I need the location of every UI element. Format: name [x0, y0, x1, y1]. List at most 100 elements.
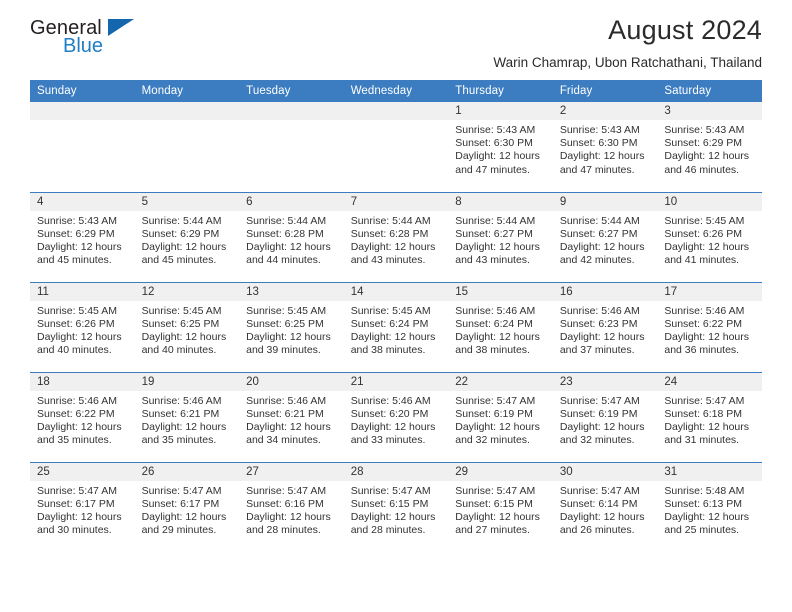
general-blue-logo[interactable]: General Blue — [30, 12, 150, 56]
daylight-text-line2: and 31 minutes. — [664, 434, 740, 447]
daylight-text-line2: and 35 minutes. — [37, 434, 112, 447]
calendar-day-cell[interactable]: 31 Sunrise: 5:48 AM Sunset: 6:13 PM Dayligh… — [657, 461, 762, 552]
sunset-text: Sunset: 6:17 PM — [37, 497, 115, 510]
day-details: Sunrise: 5:45 AM Sunset: 6:25 PM Daylight:… — [135, 301, 240, 358]
sunrise-text: Sunrise: 5:47 AM — [455, 394, 536, 407]
day-number — [30, 102, 135, 120]
calendar-cell-empty — [343, 102, 449, 192]
daylight-text-line1: Daylight: 12 hours — [37, 510, 122, 523]
day-details: Sunrise: 5:44 AM Sunset: 6:28 PM Daylight:… — [239, 211, 344, 268]
calendar-day-cell[interactable]: 26 Sunrise: 5:47 AM Sunset: 6:17 PM Dayligh… — [134, 461, 240, 552]
day-details: Sunrise: 5:43 AM Sunset: 6:30 PM Daylight:… — [553, 120, 658, 177]
calendar-day-cell[interactable]: 14 Sunrise: 5:45 AM Sunset: 6:24 PM Dayligh… — [343, 281, 449, 372]
calendar-day-cell[interactable]: 5 Sunrise: 5:44 AM Sunset: 6:29 PM Daylight… — [134, 191, 240, 282]
sunrise-text: Sunrise: 5:46 AM — [350, 394, 431, 407]
calendar-day-cell[interactable]: 13 Sunrise: 5:45 AM Sunset: 6:25 PM Dayligh… — [239, 281, 344, 372]
day-details: Sunrise: 5:47 AM Sunset: 6:15 PM Daylight:… — [448, 481, 553, 538]
day-details: Sunrise: 5:44 AM Sunset: 6:27 PM Daylight:… — [448, 211, 553, 268]
day-details: Sunrise: 5:44 AM Sunset: 6:29 PM Daylight:… — [135, 211, 240, 268]
daylight-text-line1: Daylight: 12 hours — [246, 420, 331, 433]
calendar-day-cell[interactable]: 23 Sunrise: 5:47 AM Sunset: 6:19 PM Dayligh… — [552, 371, 658, 462]
daylight-text-line1: Daylight: 12 hours — [664, 150, 750, 163]
day-number — [343, 102, 449, 120]
weekday-header-sunday: Sunday — [30, 80, 135, 102]
calendar-day-cell[interactable]: 21 Sunrise: 5:46 AM Sunset: 6:20 PM Dayligh… — [343, 371, 449, 462]
calendar-day-cell[interactable]: 4 Sunrise: 5:43 AM Sunset: 6:29 PM Daylight… — [30, 191, 135, 282]
day-details: Sunrise: 5:46 AM Sunset: 6:20 PM Daylight:… — [344, 391, 449, 448]
sunset-text: Sunset: 6:20 PM — [350, 407, 429, 420]
calendar-day-cell[interactable]: 1 Sunrise: 5:43 AM Sunset: 6:30 PM Daylight… — [448, 102, 553, 192]
sunset-text: Sunset: 6:26 PM — [37, 317, 115, 330]
sunset-text: Sunset: 6:28 PM — [246, 227, 324, 240]
calendar-day-cell[interactable]: 16 Sunrise: 5:46 AM Sunset: 6:23 PM Dayligh… — [552, 281, 658, 372]
calendar-day-cell[interactable]: 25 Sunrise: 5:47 AM Sunset: 6:17 PM Dayligh… — [30, 461, 135, 552]
daylight-text-line2: and 43 minutes. — [455, 254, 530, 267]
calendar-day-cell[interactable]: 28 Sunrise: 5:47 AM Sunset: 6:15 PM Dayligh… — [343, 461, 449, 552]
day-number: 2 — [552, 102, 658, 120]
daylight-text-line1: Daylight: 12 hours — [559, 150, 645, 163]
calendar-day-cell[interactable]: 22 Sunrise: 5:47 AM Sunset: 6:19 PM Dayligh… — [448, 371, 553, 462]
calendar-day-cell[interactable]: 9 Sunrise: 5:44 AM Sunset: 6:27 PM Daylight… — [552, 191, 658, 282]
day-number: 27 — [239, 462, 344, 481]
daylight-text-line2: and 39 minutes. — [246, 344, 321, 357]
day-number: 19 — [134, 372, 240, 391]
day-details: Sunrise: 5:46 AM Sunset: 6:24 PM Daylight:… — [448, 301, 553, 358]
day-details: Sunrise: 5:47 AM Sunset: 6:16 PM Daylight:… — [239, 481, 344, 538]
daylight-text-line2: and 27 minutes. — [455, 524, 530, 537]
day-number: 26 — [134, 462, 240, 481]
calendar-day-cell[interactable]: 29 Sunrise: 5:47 AM Sunset: 6:15 PM Dayligh… — [448, 461, 553, 552]
day-details: Sunrise: 5:47 AM Sunset: 6:19 PM Daylight:… — [448, 391, 553, 448]
day-details: Sunrise: 5:45 AM Sunset: 6:26 PM Daylight:… — [30, 301, 135, 358]
calendar-day-cell[interactable]: 24 Sunrise: 5:47 AM Sunset: 6:18 PM Dayligh… — [657, 371, 762, 462]
daylight-text-line1: Daylight: 12 hours — [246, 330, 331, 343]
calendar-day-cell[interactable]: 27 Sunrise: 5:47 AM Sunset: 6:16 PM Dayligh… — [239, 461, 344, 552]
daylight-text-line1: Daylight: 12 hours — [455, 240, 540, 253]
day-number: 13 — [239, 282, 344, 301]
daylight-text-line1: Daylight: 12 hours — [559, 420, 645, 433]
sunset-text: Sunset: 6:24 PM — [350, 317, 429, 330]
sunset-text: Sunset: 6:25 PM — [246, 317, 324, 330]
daylight-text-line1: Daylight: 12 hours — [37, 420, 122, 433]
calendar-day-cell[interactable]: 18 Sunrise: 5:46 AM Sunset: 6:22 PM Dayligh… — [30, 371, 135, 462]
daylight-text-line2: and 28 minutes. — [246, 524, 321, 537]
daylight-text-line1: Daylight: 12 hours — [559, 330, 645, 343]
day-number: 25 — [30, 462, 135, 481]
sunrise-text: Sunrise: 5:44 AM — [350, 214, 431, 227]
day-number: 7 — [343, 192, 449, 211]
daylight-text-line2: and 30 minutes. — [37, 524, 112, 537]
calendar-day-cell[interactable]: 12 Sunrise: 5:45 AM Sunset: 6:25 PM Dayligh… — [134, 281, 240, 372]
daylight-text-line2: and 40 minutes. — [37, 344, 112, 357]
daylight-text-line1: Daylight: 12 hours — [350, 510, 436, 523]
sunset-text: Sunset: 6:21 PM — [141, 407, 220, 420]
sunset-text: Sunset: 6:29 PM — [664, 137, 743, 150]
calendar-day-cell[interactable]: 3 Sunrise: 5:43 AM Sunset: 6:29 PM Daylight… — [657, 102, 762, 192]
sunrise-text: Sunrise: 5:45 AM — [141, 304, 222, 317]
day-number: 23 — [552, 372, 658, 391]
calendar-day-cell[interactable]: 19 Sunrise: 5:46 AM Sunset: 6:21 PM Dayligh… — [134, 371, 240, 462]
sunset-text: Sunset: 6:18 PM — [664, 407, 743, 420]
calendar-day-cell[interactable]: 17 Sunrise: 5:46 AM Sunset: 6:22 PM Dayligh… — [657, 281, 762, 372]
daylight-text-line2: and 32 minutes. — [559, 434, 635, 447]
calendar-day-cell[interactable]: 11 Sunrise: 5:45 AM Sunset: 6:26 PM Dayligh… — [30, 281, 135, 372]
calendar-day-cell[interactable]: 6 Sunrise: 5:44 AM Sunset: 6:28 PM Daylight… — [239, 191, 344, 282]
weekday-header-monday: Monday — [134, 80, 240, 102]
calendar-day-cell[interactable]: 7 Sunrise: 5:44 AM Sunset: 6:28 PM Daylight… — [343, 191, 449, 282]
calendar-day-cell[interactable]: 10 Sunrise: 5:45 AM Sunset: 6:26 PM Dayligh… — [657, 191, 762, 282]
day-details: Sunrise: 5:43 AM Sunset: 6:29 PM Daylight:… — [657, 120, 762, 177]
sunset-text: Sunset: 6:22 PM — [37, 407, 115, 420]
daylight-text-line2: and 35 minutes. — [141, 434, 217, 447]
sunrise-text: Sunrise: 5:45 AM — [664, 214, 745, 227]
calendar-day-cell[interactable]: 8 Sunrise: 5:44 AM Sunset: 6:27 PM Daylight… — [448, 191, 553, 282]
day-details: Sunrise: 5:46 AM Sunset: 6:21 PM Daylight:… — [135, 391, 240, 448]
calendar-day-cell[interactable]: 15 Sunrise: 5:46 AM Sunset: 6:24 PM Dayligh… — [448, 281, 553, 372]
daylight-text-line1: Daylight: 12 hours — [455, 420, 540, 433]
calendar-day-cell[interactable]: 30 Sunrise: 5:47 AM Sunset: 6:14 PM Dayligh… — [552, 461, 658, 552]
calendar-day-cell[interactable]: 2 Sunrise: 5:43 AM Sunset: 6:30 PM Daylight… — [552, 102, 658, 192]
calendar-day-cell[interactable]: 20 Sunrise: 5:46 AM Sunset: 6:21 PM Dayligh… — [239, 371, 344, 462]
daylight-text-line2: and 45 minutes. — [37, 254, 112, 267]
sunrise-text: Sunrise: 5:44 AM — [141, 214, 222, 227]
day-number: 17 — [657, 282, 762, 301]
sunset-text: Sunset: 6:21 PM — [246, 407, 324, 420]
calendar-week-row: 18 Sunrise: 5:46 AM Sunset: 6:22 PM Dayligh… — [30, 371, 762, 462]
daylight-text-line2: and 38 minutes. — [455, 344, 530, 357]
